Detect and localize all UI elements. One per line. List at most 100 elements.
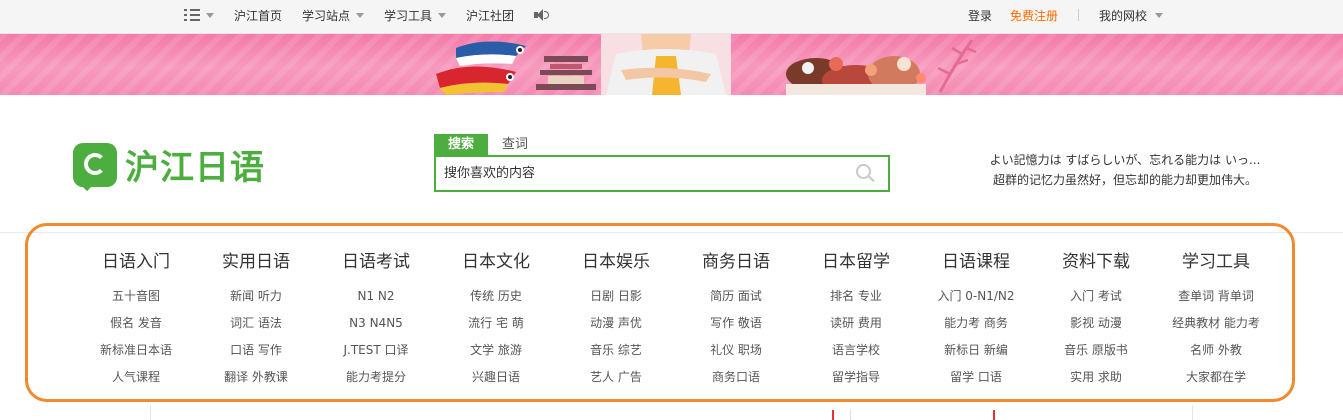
category-link[interactable]: 词汇 语法 <box>196 310 316 337</box>
tab-search[interactable]: 搜索 <box>434 134 488 155</box>
category-title[interactable]: 日本留学 <box>796 250 916 274</box>
category-link[interactable]: 能力考 商务 <box>916 310 1036 337</box>
category-link[interactable]: 流行 宅 萌 <box>436 310 556 337</box>
category-link[interactable]: 文学 旅游 <box>436 337 556 364</box>
quote-chinese: 超群的记忆力虽然好，但忘却的能力却更加伟大。 <box>992 173 1257 187</box>
menu-icon <box>184 9 200 21</box>
category-link[interactable]: 音乐 综艺 <box>556 337 676 364</box>
category-link[interactable]: 排名 专业 <box>796 283 916 310</box>
category-link[interactable]: N1 N2 <box>316 283 436 310</box>
search-icon[interactable] <box>856 164 876 184</box>
nav-hujiang-home[interactable]: 沪江首页 <box>234 7 282 24</box>
chevron-down-icon <box>1155 12 1164 18</box>
category-link[interactable]: 能力考提分 <box>316 364 436 391</box>
nav-hujiang-club[interactable]: 沪江社团 <box>466 7 514 24</box>
category-link[interactable]: 翻译 外教课 <box>196 364 316 391</box>
category-column: 日本娱乐日剧 日影 动漫 声优 音乐 综艺 艺人 广告 <box>556 250 676 391</box>
category-title[interactable]: 商务日语 <box>676 250 796 274</box>
logo-icon <box>73 142 117 191</box>
category-title[interactable]: 日本文化 <box>436 250 556 274</box>
category-title[interactable]: 资料下载 <box>1036 250 1156 274</box>
category-link[interactable]: 简历 面试 <box>676 283 796 310</box>
sound-toggle[interactable] <box>534 8 550 22</box>
banner-illustration <box>436 34 926 95</box>
category-link[interactable]: 动漫 声优 <box>556 310 676 337</box>
category-link[interactable]: 艺人 广告 <box>556 364 676 391</box>
category-link[interactable]: 留学 口语 <box>916 364 1036 391</box>
category-title[interactable]: 日本娱乐 <box>556 250 676 274</box>
search-tabs: 搜索 查词 <box>434 134 890 155</box>
daily-quote: よい記憶力は すばらしいが、忘れる能力は いっ... 超群的记忆力虽然好，但忘却… <box>955 150 1295 190</box>
category-columns: 日语入门 五十音图 假名 发音 新标准日本语 人气课程 实用日语 新闻 听力 词汇 语法 口语 … <box>76 250 1276 391</box>
category-column: 日本留学排名 专业 读研 费用 语言学校 留学指导 <box>796 250 916 391</box>
category-link[interactable]: 留学指导 <box>796 364 916 391</box>
category-link[interactable]: 传统 历史 <box>436 283 556 310</box>
category-link[interactable]: 入门 0-N1/N2 <box>916 283 1036 310</box>
site-logo[interactable]: 沪江日语 <box>73 140 265 191</box>
category-title[interactable]: 日语考试 <box>316 250 436 274</box>
category-link[interactable]: 大家都在学 <box>1156 364 1276 391</box>
category-link[interactable]: 口语 写作 <box>196 337 316 364</box>
category-link[interactable]: 读研 费用 <box>796 310 916 337</box>
category-title[interactable]: 学习工具 <box>1156 250 1276 274</box>
promo-banner[interactable] <box>0 34 1343 95</box>
category-column: 商务日语简历 面试 写作 敬语 礼仪 职场 商务口语 <box>676 250 796 391</box>
category-title[interactable]: 日语入门 <box>76 250 196 274</box>
nav-learning-tools[interactable]: 学习工具 <box>384 7 447 24</box>
category-link[interactable]: 入门 考试 <box>1036 283 1156 310</box>
category-link[interactable]: J.TEST 口译 <box>316 337 436 364</box>
divider <box>1078 9 1080 21</box>
category-link[interactable]: 影视 动漫 <box>1036 310 1156 337</box>
category-link[interactable]: 五十音图 <box>76 283 196 310</box>
top-bar-left: 沪江首页 学习站点 学习工具 沪江社团 <box>184 0 570 30</box>
site-menu-button[interactable] <box>184 9 214 21</box>
category-column: 日语入门五十音图 假名 发音 新标准日本语 人气课程 <box>76 250 196 391</box>
category-link[interactable]: 音乐 原版书 <box>1036 337 1156 364</box>
content-frame <box>150 405 1193 420</box>
category-link[interactable]: 新标日 新编 <box>916 337 1036 364</box>
category-nav: 日语入门 五十音图 假名 发音 新标准日本语 人气课程 实用日语 新闻 听力 词汇 语法 口语 … <box>25 223 1295 402</box>
category-link[interactable]: 兴趣日语 <box>436 364 556 391</box>
nav-learning-sites[interactable]: 学习站点 <box>302 7 365 24</box>
category-link[interactable]: 日剧 日影 <box>556 283 676 310</box>
category-title[interactable]: 日语课程 <box>916 250 1036 274</box>
my-school-label: 我的网校 <box>1099 8 1148 23</box>
speaker-icon <box>534 8 550 22</box>
nav-hujiang-home-label: 沪江首页 <box>234 8 283 23</box>
chevron-down-icon <box>206 12 214 18</box>
login-link[interactable]: 登录 <box>968 7 992 24</box>
category-link[interactable]: 商务口语 <box>676 364 796 391</box>
category-link[interactable]: 新标准日本语 <box>76 337 196 364</box>
category-link[interactable]: 实用 求助 <box>1036 364 1156 391</box>
category-link[interactable]: 名师 外教 <box>1156 337 1276 364</box>
category-title[interactable]: 实用日语 <box>196 250 316 274</box>
category-link[interactable]: 经典教材 能力考 <box>1156 310 1276 337</box>
accent-mark <box>993 410 995 420</box>
category-link[interactable]: 写作 敬语 <box>676 310 796 337</box>
top-bar: 沪江首页 学习站点 学习工具 沪江社团 登录 免费注册 我的网校 <box>0 0 1343 34</box>
category-column: 日语考试 N1 N2 N3 N4N5 J.TEST 口译 能力考提分 <box>316 250 436 391</box>
search-input[interactable] <box>436 157 836 190</box>
register-link[interactable]: 免费注册 <box>1010 7 1058 24</box>
category-column: 资料下载入门 考试 影视 动漫 音乐 原版书 实用 求助 <box>1036 250 1156 391</box>
accent-mark <box>832 410 834 420</box>
category-link[interactable]: 人气课程 <box>76 364 196 391</box>
quote-japanese: よい記憶力は すばらしいが、忘れる能力は いっ... <box>989 153 1261 167</box>
search-area: 搜索 查词 <box>434 134 890 192</box>
category-column: 学习工具查单词 背单词 经典教材 能力考 名师 外教 大家都在学 <box>1156 250 1276 391</box>
category-link[interactable]: 查单词 背单词 <box>1156 283 1276 310</box>
category-link[interactable]: 礼仪 职场 <box>676 337 796 364</box>
nav-hujiang-club-label: 沪江社团 <box>466 8 515 23</box>
chevron-down-icon <box>438 12 447 18</box>
category-link[interactable]: 假名 发音 <box>76 310 196 337</box>
tab-dictionary[interactable]: 查词 <box>488 134 542 155</box>
category-link[interactable]: N3 N4N5 <box>316 310 436 337</box>
category-column: 日语课程入门 0-N1/N2 能力考 商务 新标日 新编 留学 口语 <box>916 250 1036 391</box>
category-link[interactable]: 新闻 听力 <box>196 283 316 310</box>
category-column: 日本文化传统 历史 流行 宅 萌文学 旅游 兴趣日语 <box>436 250 556 391</box>
nav-learning-sites-label: 学习站点 <box>302 8 351 23</box>
nav-learning-tools-label: 学习工具 <box>384 8 433 23</box>
category-link[interactable]: 语言学校 <box>796 337 916 364</box>
category-column: 实用日语新闻 听力 词汇 语法 口语 写作 翻译 外教课 <box>196 250 316 391</box>
my-school-menu[interactable]: 我的网校 <box>1099 7 1164 24</box>
